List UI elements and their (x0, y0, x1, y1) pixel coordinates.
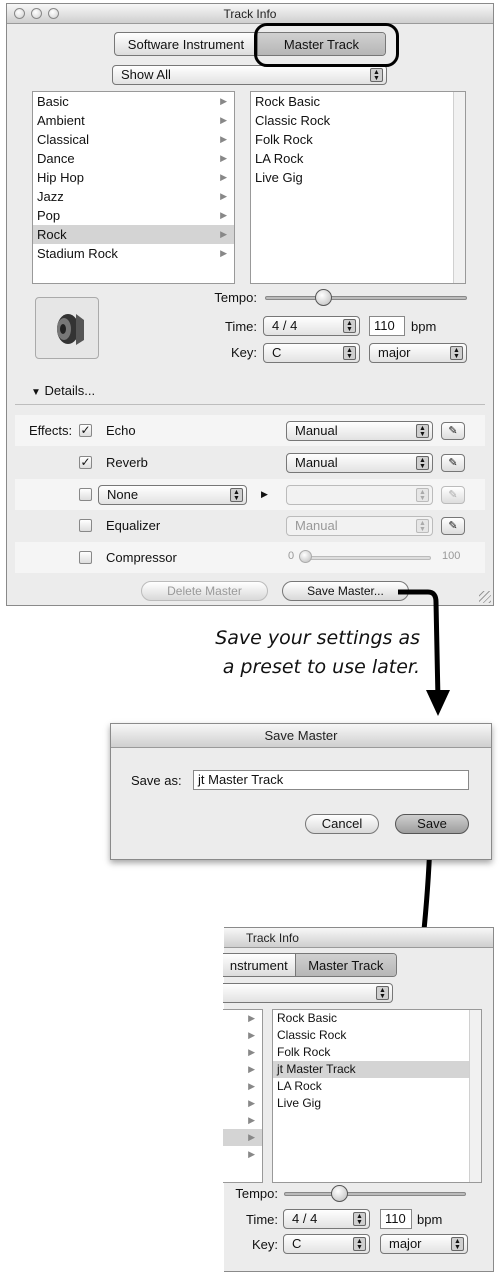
list-item[interactable]: ▶ (223, 1095, 262, 1112)
list-item[interactable]: ▶ (223, 1146, 262, 1163)
dialog-title-bar: Save Master (111, 724, 491, 748)
category-list-partial: ▶ ▶ ▶ ▶ ▶ ▶ ▶ ▶ ▶ (223, 1009, 263, 1183)
list-item[interactable]: ▶ (223, 1010, 262, 1027)
save-as-label: Save as: (131, 773, 182, 788)
save-button[interactable]: Save (395, 814, 469, 834)
list-item[interactable]: ▶ (223, 1044, 262, 1061)
list-item[interactable]: ▶ (223, 1129, 262, 1146)
popup-arrows-icon: ▲ ▼ (353, 1237, 366, 1251)
tempo-field[interactable]: 110 (380, 1209, 412, 1229)
list-item[interactable]: ▶ (223, 1078, 262, 1095)
arrow-1-head (426, 690, 450, 716)
tempo-label: Tempo: (235, 1186, 278, 1201)
filter-popup[interactable]: ▲ ▼ (223, 983, 393, 1003)
submenu-arrow-icon: ▶ (248, 1047, 255, 1057)
submenu-arrow-icon: ▶ (248, 1098, 255, 1108)
track-info-window-cropped: Track Info nstrument Master Track ▲ ▼ ▶ ▶ ▶… (223, 927, 494, 1272)
tab-master-track[interactable]: Master Track (294, 954, 396, 976)
submenu-arrow-icon: ▶ (248, 1064, 255, 1074)
preset-list-scrollbar[interactable] (469, 1010, 481, 1182)
list-item[interactable]: LA Rock (273, 1078, 481, 1095)
list-item[interactable]: ▶ (223, 1112, 262, 1129)
list-item[interactable]: Classic Rock (273, 1027, 481, 1044)
list-item[interactable]: ▶ (223, 1027, 262, 1044)
list-item[interactable]: Folk Rock (273, 1044, 481, 1061)
cancel-button[interactable]: Cancel (305, 814, 379, 834)
bpm-label: bpm (417, 1212, 443, 1227)
submenu-arrow-icon: ▶ (248, 1081, 255, 1091)
save-master-dialog: Save Master Save as: jt Master Track Can… (110, 723, 492, 860)
key-label: Key: (251, 1237, 278, 1252)
submenu-arrow-icon: ▶ (248, 1030, 255, 1040)
scale-popup[interactable]: major ▲ ▼ (380, 1234, 468, 1254)
caption: Save your settings as a preset to use la… (180, 624, 420, 682)
list-item[interactable]: ▶ (223, 1061, 262, 1078)
key-popup[interactable]: C ▲ ▼ (283, 1234, 370, 1254)
window-title: Track Info (246, 931, 299, 945)
list-item[interactable]: Rock Basic (273, 1010, 481, 1027)
track-type-tabs: nstrument Master Track (223, 953, 397, 977)
save-as-field[interactable]: jt Master Track (193, 770, 469, 790)
time-signature-popup[interactable]: 4 / 4 ▲ ▼ (283, 1209, 370, 1229)
tab-software-instrument[interactable]: nstrument (223, 954, 295, 976)
submenu-arrow-icon: ▶ (248, 1013, 255, 1023)
key-value: C (292, 1236, 302, 1251)
dialog-title: Save Master (264, 728, 338, 743)
submenu-arrow-icon: ▶ (248, 1115, 255, 1125)
list-item[interactable]: jt Master Track (273, 1061, 481, 1078)
time-label: Time: (245, 1212, 278, 1227)
tempo-slider-track[interactable] (284, 1192, 466, 1196)
title-bar: Track Info (224, 928, 493, 948)
popup-arrows-icon: ▲ ▼ (451, 1237, 464, 1251)
time-signature-value: 4 / 4 (292, 1211, 318, 1226)
submenu-arrow-icon: ▶ (248, 1132, 255, 1142)
caption-line-2: a preset to use later. (222, 656, 420, 678)
popup-arrows-icon: ▲ ▼ (376, 986, 389, 1000)
caption-line-1: Save your settings as (215, 627, 420, 649)
submenu-arrow-icon: ▶ (248, 1149, 255, 1159)
scale-value: major (389, 1236, 422, 1251)
preset-list: Rock Basic Classic Rock Folk Rock jt Master… (272, 1009, 482, 1183)
list-item[interactable]: Live Gig (273, 1095, 481, 1112)
popup-arrows-icon: ▲ ▼ (353, 1212, 366, 1226)
tempo-slider-thumb[interactable] (331, 1185, 348, 1202)
